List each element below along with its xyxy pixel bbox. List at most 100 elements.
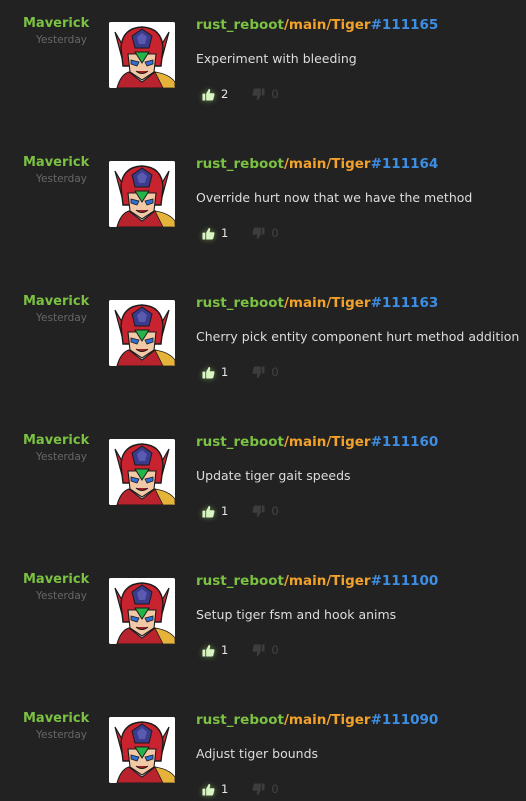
avatar[interactable] bbox=[109, 439, 175, 505]
commit-timestamp: Yesterday bbox=[36, 173, 87, 185]
commit-path[interactable]: rust_reboot/main/Tiger#111164 bbox=[196, 155, 438, 173]
downvote-button[interactable]: 0 bbox=[252, 226, 279, 240]
commit-path[interactable]: rust_reboot/main/Tiger#111163 bbox=[196, 294, 438, 312]
avatar[interactable] bbox=[109, 300, 175, 366]
author-name[interactable]: Maverick bbox=[23, 711, 89, 727]
upvote-count: 1 bbox=[221, 365, 229, 379]
downvote-count: 0 bbox=[271, 226, 279, 240]
thumbs-down-icon bbox=[252, 504, 265, 517]
vote-bar: 2 0 bbox=[202, 85, 303, 103]
avatar[interactable] bbox=[109, 717, 175, 783]
author-name[interactable]: Maverick bbox=[23, 155, 89, 171]
downvote-button[interactable]: 0 bbox=[252, 87, 279, 101]
commit-timestamp: Yesterday bbox=[36, 451, 87, 463]
vote-bar: 1 0 bbox=[202, 363, 303, 381]
avatar-image bbox=[109, 22, 175, 88]
avatar[interactable] bbox=[109, 161, 175, 227]
vote-bar: 1 0 bbox=[202, 224, 303, 242]
upvote-count: 2 bbox=[221, 87, 229, 101]
repo-name[interactable]: rust_reboot bbox=[196, 156, 284, 172]
upvote-button[interactable]: 1 bbox=[202, 643, 228, 657]
repo-name[interactable]: rust_reboot bbox=[196, 712, 284, 728]
author-block: Maverick Yesterday bbox=[23, 711, 89, 742]
downvote-button[interactable]: 0 bbox=[252, 782, 279, 796]
thumbs-down-icon bbox=[252, 365, 265, 378]
upvote-count: 1 bbox=[221, 504, 229, 518]
revision-link[interactable]: #111164 bbox=[371, 156, 439, 172]
commit-entry: Maverick Yesterday rust_reboot/main/Tige… bbox=[0, 139, 526, 278]
author-block: Maverick Yesterday bbox=[23, 16, 89, 47]
upvote-button[interactable]: 1 bbox=[202, 365, 228, 379]
avatar-image bbox=[109, 300, 175, 366]
commit-path[interactable]: rust_reboot/main/Tiger#111165 bbox=[196, 16, 438, 34]
avatar[interactable] bbox=[109, 578, 175, 644]
downvote-count: 0 bbox=[271, 365, 279, 379]
author-name[interactable]: Maverick bbox=[23, 572, 89, 588]
avatar-image bbox=[109, 161, 175, 227]
downvote-count: 0 bbox=[271, 782, 279, 796]
commit-entry: Maverick Yesterday rust_reboot/main/Tige… bbox=[0, 556, 526, 695]
upvote-button[interactable]: 1 bbox=[202, 782, 228, 796]
upvote-count: 1 bbox=[221, 226, 229, 240]
avatar[interactable] bbox=[109, 22, 175, 88]
commit-path[interactable]: rust_reboot/main/Tiger#111100 bbox=[196, 572, 438, 590]
author-block: Maverick Yesterday bbox=[23, 294, 89, 325]
upvote-button[interactable]: 2 bbox=[202, 87, 228, 101]
branch-path[interactable]: /main/Tiger bbox=[284, 712, 371, 728]
downvote-button[interactable]: 0 bbox=[252, 365, 279, 379]
revision-link[interactable]: #111165 bbox=[371, 17, 439, 33]
thumbs-up-icon bbox=[202, 88, 215, 101]
avatar-image bbox=[109, 578, 175, 644]
thumbs-down-icon bbox=[252, 643, 265, 656]
downvote-count: 0 bbox=[271, 87, 279, 101]
commit-message: Experiment with bleeding bbox=[196, 51, 357, 66]
author-block: Maverick Yesterday bbox=[23, 433, 89, 464]
thumbs-down-icon bbox=[252, 87, 265, 100]
revision-link[interactable]: #111090 bbox=[371, 712, 439, 728]
author-name[interactable]: Maverick bbox=[23, 294, 89, 310]
revision-link[interactable]: #111100 bbox=[371, 573, 439, 589]
commit-entry: Maverick Yesterday rust_reboot/main/Tige… bbox=[0, 417, 526, 556]
repo-name[interactable]: rust_reboot bbox=[196, 573, 284, 589]
branch-path[interactable]: /main/Tiger bbox=[284, 17, 371, 33]
downvote-button[interactable]: 0 bbox=[252, 643, 279, 657]
thumbs-up-icon bbox=[202, 783, 215, 796]
branch-path[interactable]: /main/Tiger bbox=[284, 573, 371, 589]
author-block: Maverick Yesterday bbox=[23, 155, 89, 186]
commit-entry: Maverick Yesterday rust_reboot/main/Tige… bbox=[0, 278, 526, 417]
upvote-count: 1 bbox=[221, 643, 229, 657]
revision-link[interactable]: #111160 bbox=[371, 434, 439, 450]
thumbs-down-icon bbox=[252, 226, 265, 239]
downvote-button[interactable]: 0 bbox=[252, 504, 279, 518]
branch-path[interactable]: /main/Tiger bbox=[284, 295, 371, 311]
author-name[interactable]: Maverick bbox=[23, 16, 89, 32]
commit-message: Override hurt now that we have the metho… bbox=[196, 190, 473, 205]
vote-bar: 1 0 bbox=[202, 641, 303, 659]
repo-name[interactable]: rust_reboot bbox=[196, 295, 284, 311]
branch-path[interactable]: /main/Tiger bbox=[284, 156, 371, 172]
branch-path[interactable]: /main/Tiger bbox=[284, 434, 371, 450]
vote-bar: 1 0 bbox=[202, 502, 303, 520]
repo-name[interactable]: rust_reboot bbox=[196, 17, 284, 33]
commit-feed: Maverick Yesterday rust_reboot/main/Tige… bbox=[0, 0, 526, 801]
commit-message: Cherry pick entity component hurt method… bbox=[196, 329, 520, 344]
commit-path[interactable]: rust_reboot/main/Tiger#111160 bbox=[196, 433, 438, 451]
avatar-image bbox=[109, 439, 175, 505]
vote-bar: 1 0 bbox=[202, 780, 303, 798]
upvote-button[interactable]: 1 bbox=[202, 504, 228, 518]
revision-link[interactable]: #111163 bbox=[371, 295, 439, 311]
thumbs-up-icon bbox=[202, 505, 215, 518]
downvote-count: 0 bbox=[271, 643, 279, 657]
author-name[interactable]: Maverick bbox=[23, 433, 89, 449]
commit-message: Update tiger gait speeds bbox=[196, 468, 351, 483]
commit-message: Setup tiger fsm and hook anims bbox=[196, 607, 397, 622]
upvote-count: 1 bbox=[221, 782, 229, 796]
author-block: Maverick Yesterday bbox=[23, 572, 89, 603]
commit-path[interactable]: rust_reboot/main/Tiger#111090 bbox=[196, 711, 438, 729]
avatar-image bbox=[109, 717, 175, 783]
upvote-button[interactable]: 1 bbox=[202, 226, 228, 240]
commit-message: Adjust tiger bounds bbox=[196, 746, 319, 761]
downvote-count: 0 bbox=[271, 504, 279, 518]
repo-name[interactable]: rust_reboot bbox=[196, 434, 284, 450]
thumbs-up-icon bbox=[202, 366, 215, 379]
